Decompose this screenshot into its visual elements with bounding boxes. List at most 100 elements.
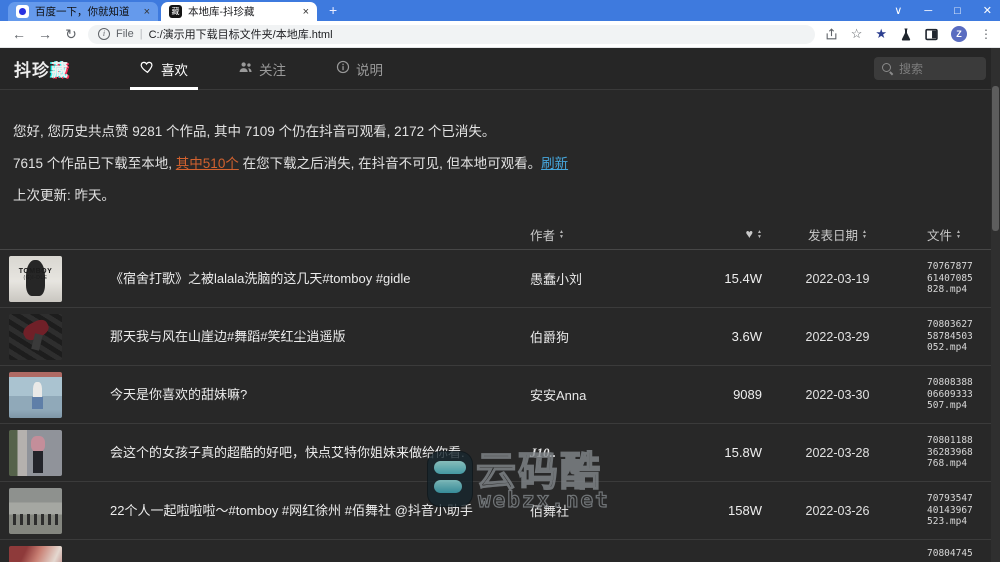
file-name[interactable]: 70801188 36283968 768.mp4 <box>905 435 1000 470</box>
forward-button[interactable]: → <box>34 26 56 42</box>
new-tab-button[interactable]: + <box>329 2 337 18</box>
nav-tab-likes[interactable]: 喜欢 <box>138 48 190 90</box>
browser-toolbar: ← → ↻ i File | C:/演示用下载目标文件夹/本地库.html ☆ … <box>0 21 1000 48</box>
publish-date: 2022-03-19 <box>770 272 905 286</box>
maximize-button[interactable]: □ <box>954 5 961 17</box>
table-row[interactable]: 会这个的女孩子真的超酷的好吧，快点艾特你姐妹来做给你看. J10.. 15.8W… <box>0 424 1000 482</box>
file-name[interactable]: 70793547 40143967 523.mp4 <box>905 493 1000 528</box>
video-thumbnail[interactable] <box>9 488 62 534</box>
search-box[interactable] <box>874 57 986 80</box>
column-header-date[interactable]: 发表日期▲▼ <box>770 225 905 244</box>
table-row[interactable]: 70804745 <box>0 540 1000 562</box>
video-thumbnail[interactable] <box>9 430 62 476</box>
publish-date: 2022-03-30 <box>770 388 905 402</box>
douzhencang-page: 抖珍藏 喜欢 关注 说明 <box>0 48 1000 562</box>
share-icon[interactable] <box>825 28 838 41</box>
extension-star-icon[interactable]: ★ <box>875 26 887 42</box>
sort-icon: ▲▼ <box>559 230 564 239</box>
table-body: TOMBOY(G)I-DLE 《宿舍打歌》之被lalala洗脑的这几天#tomb… <box>0 250 1000 562</box>
file-name[interactable]: 70808388 06609333 507.mp4 <box>905 377 1000 412</box>
bookmark-star-icon[interactable]: ☆ <box>851 26 863 42</box>
sort-icon: ▲▼ <box>956 230 961 239</box>
video-title[interactable]: 22个人一起啦啦啦～#tomboy #网红徐州 #佰舞社 @抖音小助手 <box>110 502 520 519</box>
nav-tab-about[interactable]: 说明 <box>334 48 385 90</box>
video-author[interactable]: 安安Anna <box>520 385 685 404</box>
refresh-link[interactable]: 刷新 <box>541 156 568 171</box>
likes-table: 作者▲▼ ♥▲▼ 发表日期▲▼ 文件▲▼ TOMBOY(G)I-DLE 《宿舍打… <box>0 219 1000 562</box>
page-scrollbar[interactable] <box>991 48 1000 562</box>
video-author[interactable]: 愚蠢小刘 <box>520 269 685 288</box>
nav-label: 关注 <box>259 59 286 79</box>
video-author[interactable]: 伯爵狗 <box>520 327 685 346</box>
browser-window: 百度一下，你就知道 × 藏 本地库-抖珍藏 × + ∨ ─ □ ✕ ← → ↻ … <box>0 0 1000 562</box>
like-count: 9089 <box>685 387 770 402</box>
minimize-button[interactable]: ─ <box>924 5 932 17</box>
missing-count-link[interactable]: 其中510个 <box>176 156 239 171</box>
site-header: 抖珍藏 喜欢 关注 说明 <box>0 48 1000 90</box>
tab-close-icon[interactable]: × <box>144 6 150 18</box>
file-name[interactable]: 70767877 61407085 828.mp4 <box>905 261 1000 296</box>
profile-avatar[interactable]: Z <box>951 26 967 42</box>
nav-tab-following[interactable]: 关注 <box>236 48 288 90</box>
video-thumbnail[interactable]: TOMBOY(G)I-DLE <box>9 256 62 302</box>
tab-baidu[interactable]: 百度一下，你就知道 × <box>8 2 158 21</box>
nav-label: 喜欢 <box>161 59 188 79</box>
like-count: 3.6W <box>685 329 770 344</box>
stats-line-1: 您好, 您历史共点赞 9281 个作品, 其中 7109 个仍在抖音可观看, 2… <box>13 123 986 141</box>
baidu-favicon-icon <box>16 5 29 18</box>
douzhencang-favicon-icon: 藏 <box>169 5 182 18</box>
address-scheme: File <box>116 28 134 40</box>
video-title[interactable]: 那天我与风在山崖边#舞蹈#笑红尘逍遥版 <box>110 328 520 345</box>
video-title[interactable]: 今天是你喜欢的甜妹嘛? <box>110 386 520 403</box>
chrome-chevron-icon[interactable]: ∨ <box>894 4 902 17</box>
reload-button[interactable]: ↻ <box>60 26 82 43</box>
extension-flask-icon[interactable] <box>900 28 912 41</box>
video-author[interactable]: 佰舞社 <box>520 501 685 520</box>
like-count: 15.4W <box>685 271 770 286</box>
like-count: 158W <box>685 503 770 518</box>
file-name[interactable]: 70804745 <box>905 540 1000 560</box>
search-icon <box>882 63 893 74</box>
page-info-icon[interactable]: i <box>98 28 110 40</box>
stats-line-3: 上次更新: 昨天。 <box>13 187 986 205</box>
stats-summary: 您好, 您历史共点赞 9281 个作品, 其中 7109 个仍在抖音可观看, 2… <box>0 90 1000 205</box>
side-panel-icon[interactable] <box>925 28 938 41</box>
main-nav: 喜欢 关注 说明 <box>138 48 385 90</box>
publish-date: 2022-03-29 <box>770 330 905 344</box>
video-title[interactable]: 《宿舍打歌》之被lalala洗脑的这几天#tomboy #gidle <box>110 270 520 287</box>
video-thumbnail[interactable] <box>9 314 62 360</box>
address-bar[interactable]: i File | C:/演示用下载目标文件夹/本地库.html <box>88 25 815 44</box>
publish-date: 2022-03-26 <box>770 504 905 518</box>
search-input[interactable] <box>899 62 978 76</box>
people-icon <box>238 60 253 77</box>
stats-line-2: 7615 个作品已下载至本地, 其中510个 在您下载之后消失, 在抖音不可见,… <box>13 155 986 173</box>
column-header-author[interactable]: 作者▲▼ <box>520 225 685 244</box>
video-title[interactable]: 会这个的女孩子真的超酷的好吧，快点艾特你姐妹来做给你看. <box>110 444 520 461</box>
column-header-likes[interactable]: ♥▲▼ <box>685 227 770 241</box>
scrollbar-thumb[interactable] <box>992 86 999 231</box>
logo-glitch-char: 藏 <box>50 61 70 80</box>
file-name[interactable]: 70803627 58784503 052.mp4 <box>905 319 1000 354</box>
table-row[interactable]: 今天是你喜欢的甜妹嘛? 安安Anna 9089 2022-03-30 70808… <box>0 366 1000 424</box>
window-controls: ∨ ─ □ ✕ <box>894 0 992 21</box>
video-thumbnail[interactable] <box>9 372 62 418</box>
close-window-button[interactable]: ✕ <box>983 4 992 17</box>
column-header-file[interactable]: 文件▲▼ <box>905 225 1000 244</box>
tab-local-library[interactable]: 藏 本地库-抖珍藏 × <box>161 2 317 21</box>
site-logo: 抖珍藏 <box>14 56 70 81</box>
like-count: 15.8W <box>685 445 770 460</box>
video-thumbnail[interactable] <box>9 546 62 562</box>
nav-label: 说明 <box>356 59 383 79</box>
table-row[interactable]: 那天我与风在山崖边#舞蹈#笑红尘逍遥版 伯爵狗 3.6W 2022-03-29 … <box>0 308 1000 366</box>
video-author[interactable]: J10.. <box>520 445 685 461</box>
address-path: C:/演示用下载目标文件夹/本地库.html <box>149 26 333 42</box>
table-row[interactable]: 22个人一起啦啦啦～#tomboy #网红徐州 #佰舞社 @抖音小助手 佰舞社 … <box>0 482 1000 540</box>
table-row[interactable]: TOMBOY(G)I-DLE 《宿舍打歌》之被lalala洗脑的这几天#tomb… <box>0 250 1000 308</box>
tab-close-icon[interactable]: × <box>303 6 309 18</box>
menu-kebab-icon[interactable]: ⋮ <box>980 27 992 41</box>
tab-title: 百度一下，你就知道 <box>35 4 138 19</box>
back-button[interactable]: ← <box>8 26 30 42</box>
heart-icon: ♥ <box>746 227 753 241</box>
publish-date: 2022-03-28 <box>770 446 905 460</box>
table-header-row: 作者▲▼ ♥▲▼ 发表日期▲▼ 文件▲▼ <box>0 219 1000 250</box>
